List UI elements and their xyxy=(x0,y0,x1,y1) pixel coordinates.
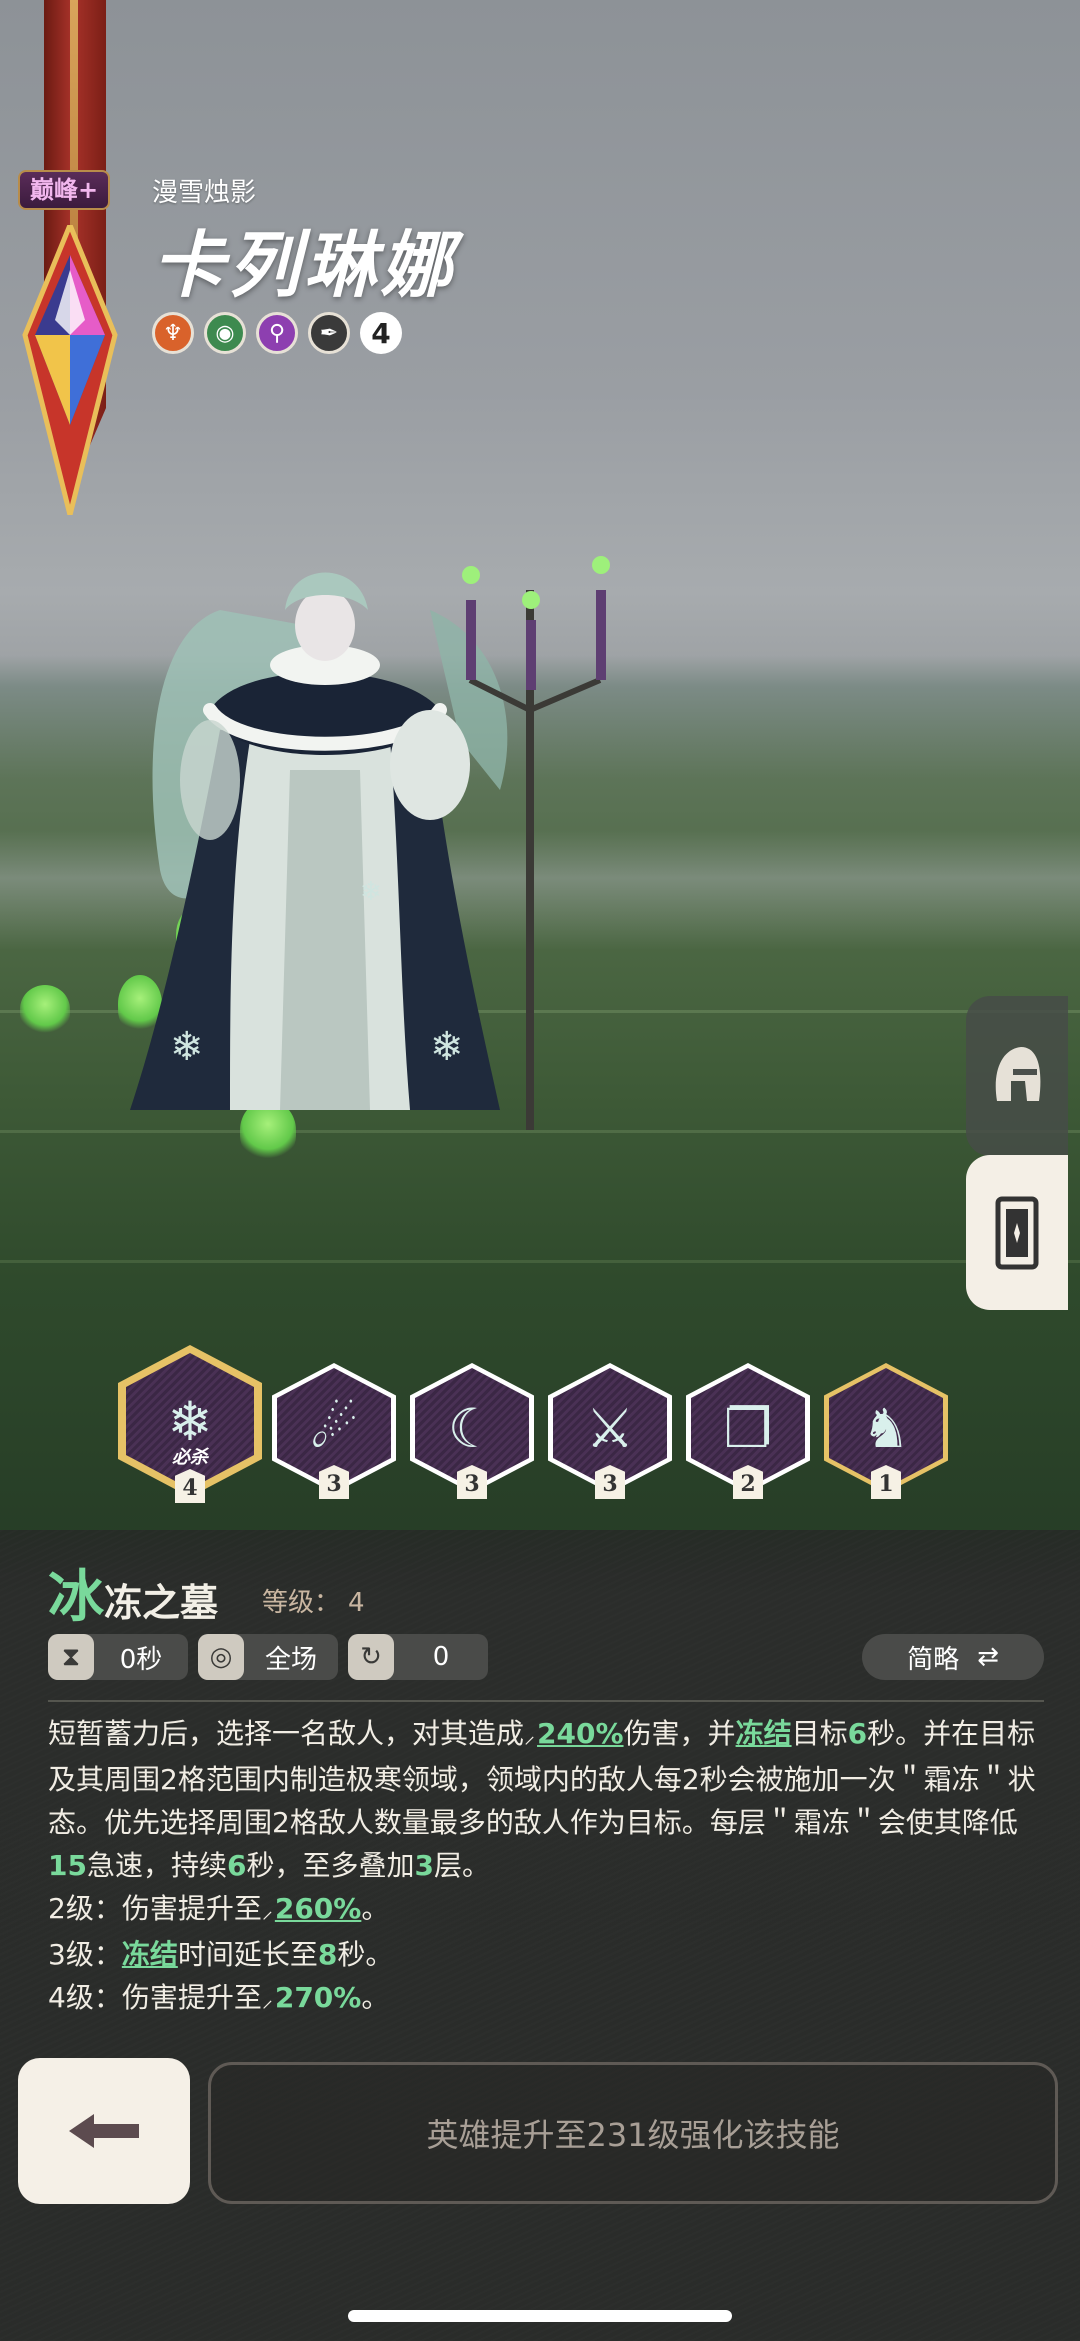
rank-badge: 巅峰+ xyxy=(18,170,111,210)
back-button[interactable] xyxy=(18,2058,190,2204)
energy-value: 0 xyxy=(432,1642,450,1672)
feather-icon[interactable]: ✒ xyxy=(308,312,350,354)
trait-count-badge[interactable]: 4 xyxy=(360,312,402,354)
trident-icon[interactable]: ♆ xyxy=(152,312,194,354)
skill-level-badge: 3 xyxy=(319,1465,349,1499)
upgrade-line-3: 3级：冻结时间延长至8秒。 xyxy=(48,1938,394,1971)
range-value: 全场 xyxy=(264,1644,317,1675)
skill-description: 短暂蓄力后，选择一名敌人，对其造成⸝240%伤害，并冻结目标6秒。并在目标及其周… xyxy=(48,1712,1048,2022)
grass-stripe xyxy=(0,1260,1080,1263)
keyword-freeze[interactable]: 冻结 xyxy=(736,1717,792,1750)
card-icon xyxy=(995,1196,1039,1269)
skill-level-badge: 2 xyxy=(733,1465,763,1499)
cooldown-value: 0秒 xyxy=(119,1644,163,1675)
skill-title-rest: 冻之墓 xyxy=(104,1580,219,1625)
range-eye-icon: ◎ xyxy=(198,1634,244,1680)
divider xyxy=(48,1700,1044,1702)
energy-stat: ↻ 0 xyxy=(348,1634,488,1680)
hero-subtitle: 漫雪烛影 xyxy=(152,178,257,208)
skill-slot-ice-shard[interactable]: ☄ 3 xyxy=(272,1363,396,1499)
attack-sword-icon: ⸝ xyxy=(524,1724,536,1749)
skill-slot-frost-tomb[interactable]: ❄ 必杀 4 xyxy=(118,1345,262,1503)
ultimate-tag: 必杀 xyxy=(172,1447,208,1468)
skill-level-value: 4 xyxy=(348,1588,365,1618)
rank-crystal-icon xyxy=(22,225,118,515)
skill-slot-spellbook[interactable]: ❐ 2 xyxy=(686,1363,810,1499)
upgrade-skill-button[interactable]: 英雄提升至231级强化该技能 xyxy=(208,2062,1058,2204)
skill-selector-row: ❄ 必杀 4 ☄ 3 ☾ 3 ⚔ 3 ❐ 2 ♞ 1 xyxy=(118,1345,958,1515)
hero-trait-row: ♆ ◉ ⚲ ✒ 4 xyxy=(152,312,402,354)
skill-level-badge: 1 xyxy=(871,1465,901,1499)
keyword-freeze[interactable]: 冻结 xyxy=(122,1938,178,1971)
cooldown-stat: ⧗ 0秒 xyxy=(48,1634,188,1680)
skill-level: 等级： 4 xyxy=(262,1582,365,1619)
eye-icon[interactable]: ◉ xyxy=(204,312,246,354)
skill-level-label: 等级： xyxy=(262,1588,341,1618)
range-stat: ◎ 全场 xyxy=(198,1634,338,1680)
helmet-icon xyxy=(995,1047,1041,1101)
hero-name: 卡列琳娜 xyxy=(152,222,457,307)
tab-hero-card[interactable] xyxy=(966,1155,1068,1310)
home-indicator[interactable] xyxy=(348,2310,732,2322)
swirl-icon: ↻ xyxy=(348,1634,394,1680)
upgrade-line-4: 4级：伤害提升至⸝270%。 xyxy=(48,1976,1048,2022)
attack-sword-icon: ⸝ xyxy=(261,1988,273,2013)
skill-title: 冰 冻之墓 xyxy=(48,1552,218,1633)
skill-level-badge: 3 xyxy=(595,1465,625,1499)
hero-character-illustration: ❄ ❄ ❄ xyxy=(130,556,610,1130)
tab-hero-equipment[interactable] xyxy=(966,996,1068,1156)
skill-level-badge: 4 xyxy=(175,1469,205,1503)
skill-slot-ice-blade[interactable]: ⚔ 3 xyxy=(548,1363,672,1499)
svg-text:❄: ❄ xyxy=(360,877,382,907)
skill-title-first: 冰 xyxy=(48,1564,104,1630)
skill-level-badge: 3 xyxy=(457,1465,487,1499)
skill-slot-knight[interactable]: ♞ 1 xyxy=(824,1363,948,1499)
summary-toggle-button[interactable]: 简略 ⇄ xyxy=(862,1634,1044,1680)
attack-sword-icon: ⸝ xyxy=(261,1899,273,1924)
upgrade-line-2: 2级：伤害提升至⸝260%。 xyxy=(48,1887,1048,1933)
summary-label: 简略 xyxy=(907,1644,960,1675)
green-wisp xyxy=(20,985,70,1033)
skill-slot-comet[interactable]: ☾ 3 xyxy=(410,1363,534,1499)
magic-orb-icon[interactable]: ⚲ xyxy=(256,312,298,354)
svg-text:❄: ❄ xyxy=(170,1024,204,1070)
description-paragraph: 短暂蓄力后，选择一名敌人，对其造成⸝240%伤害，并冻结目标6秒。并在目标及其周… xyxy=(48,1717,1036,1882)
back-arrow-icon xyxy=(69,2114,139,2148)
hourglass-icon: ⧗ xyxy=(48,1634,94,1680)
svg-text:❄: ❄ xyxy=(430,1024,464,1070)
swap-arrows-icon: ⇄ xyxy=(977,1642,999,1672)
